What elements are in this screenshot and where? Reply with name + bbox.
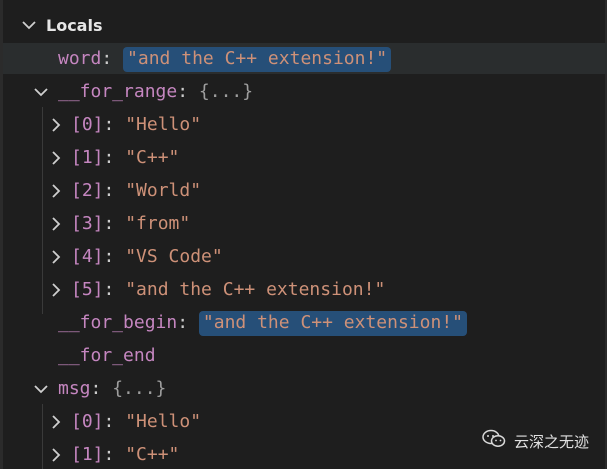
variable-row-msg[interactable]: msg: {...}: [3, 373, 607, 404]
chevron-down-icon[interactable]: [21, 17, 37, 33]
variable-value: "VS Code": [125, 246, 223, 267]
chevron-right-icon[interactable]: [48, 447, 64, 463]
variable-row-word[interactable]: word: "and the C++ extension!": [3, 43, 607, 74]
variable-row-item[interactable]: [2]: "World": [3, 175, 607, 206]
variable-value: "from": [125, 213, 191, 234]
variable-name: __for_range: [58, 81, 178, 102]
variable-name: [3]: [71, 213, 104, 234]
variable-row-for-end[interactable]: __for_end: [3, 340, 607, 371]
variable-value: "and the C++ extension!": [123, 47, 392, 72]
variable-row-item[interactable]: [3]: "from": [3, 208, 607, 239]
chevron-right-icon[interactable]: [48, 150, 64, 166]
variable-name: [1]: [71, 444, 104, 465]
watermark: 云深之无迹: [482, 429, 589, 453]
watermark-text: 云深之无迹: [513, 432, 589, 451]
chevron-right-icon[interactable]: [48, 117, 64, 133]
variable-value: "C++": [125, 147, 180, 168]
wechat-icon: [482, 429, 506, 453]
variable-name: word: [58, 48, 102, 69]
chevron-right-icon[interactable]: [48, 282, 64, 298]
variable-value: "Hello": [125, 411, 202, 432]
chevron-right-icon[interactable]: [48, 216, 64, 232]
variable-row-item[interactable]: [4]: "VS Code": [3, 241, 607, 272]
variable-value: "and the C++ extension!": [125, 279, 386, 300]
variable-row-for-range[interactable]: __for_range: {...}: [3, 76, 607, 107]
variable-name: [4]: [71, 246, 104, 267]
variable-value: "Hello": [125, 114, 202, 135]
variable-row-for-begin[interactable]: __for_begin: "and the C++ extension!": [3, 307, 607, 338]
locals-title: Locals: [46, 16, 103, 35]
variable-name: [5]: [71, 279, 104, 300]
variable-name: msg: [58, 378, 91, 399]
variable-name: [1]: [71, 147, 104, 168]
variable-name: [0]: [71, 114, 104, 135]
variable-row-item[interactable]: [1]: "C++": [3, 142, 607, 173]
locals-section-header[interactable]: Locals: [3, 8, 607, 44]
variable-value: {...}: [112, 378, 167, 399]
variable-name: [0]: [71, 411, 104, 432]
chevron-right-icon[interactable]: [48, 249, 64, 265]
chevron-down-icon[interactable]: [33, 84, 49, 100]
variable-value: {...}: [198, 81, 254, 102]
variable-value: "and the C++ extension!": [198, 311, 467, 336]
debug-variables-panel: Locals word: "and the C++ extension!" __…: [0, 0, 607, 469]
variable-name: __for_begin: [58, 312, 178, 333]
chevron-down-icon[interactable]: [33, 381, 49, 397]
chevron-right-icon[interactable]: [48, 183, 64, 199]
variable-row-item[interactable]: [0]: "Hello": [3, 109, 607, 140]
variable-value: "World": [125, 180, 202, 201]
chevron-right-icon[interactable]: [48, 414, 64, 430]
variable-row-item[interactable]: [5]: "and the C++ extension!": [3, 274, 607, 305]
variable-name: __for_end: [58, 345, 156, 366]
variable-name: [2]: [71, 180, 104, 201]
variable-value: "C++": [125, 444, 180, 465]
